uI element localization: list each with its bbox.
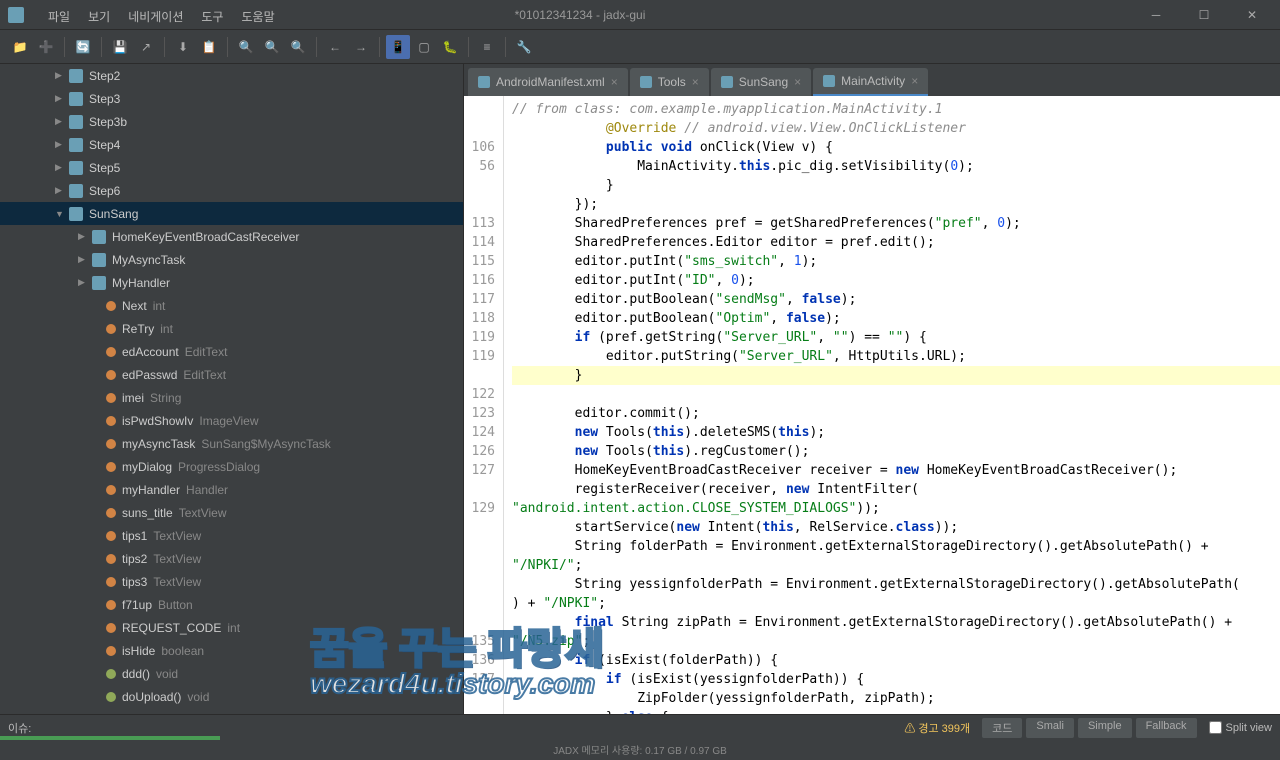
tab-SunSang[interactable]: SunSang× (711, 68, 811, 96)
warning-badge[interactable]: ⚠ 경고 399개 (904, 720, 970, 736)
tree-node-f71up[interactable]: f71upButton (0, 593, 463, 616)
tree-node-SunSang[interactable]: ▼SunSang (0, 202, 463, 225)
menu-도움말[interactable]: 도움말 (233, 6, 282, 27)
memory-label: JADX 메모리 사용량: 0.17 GB / 0.97 GB (553, 742, 727, 757)
tree-node-isPwdShowIv[interactable]: isPwdShowIvImageView (0, 409, 463, 432)
tree-node-Step3[interactable]: ▶Step3 (0, 87, 463, 110)
issue-label: 이슈: (8, 720, 31, 736)
tree-node-Step4[interactable]: ▶Step4 (0, 133, 463, 156)
tree-node-Step3b[interactable]: ▶Step3b (0, 110, 463, 133)
tab-close-icon[interactable]: × (911, 74, 918, 88)
app-icon (8, 7, 24, 23)
maximize-button[interactable]: ☐ (1184, 5, 1224, 25)
tab-close-icon[interactable]: × (692, 75, 699, 89)
quark-icon[interactable]: ▢ (412, 35, 436, 59)
tree-node-myHandler[interactable]: myHandlerHandler (0, 478, 463, 501)
tree-node-tips2[interactable]: tips2TextView (0, 547, 463, 570)
menu-파일[interactable]: 파일 (40, 6, 78, 27)
tree-node-myAsyncTask[interactable]: myAsyncTaskSunSang$MyAsyncTask (0, 432, 463, 455)
tree-node-HomeKeyEventBroadCastReceiver[interactable]: ▶HomeKeyEventBroadCastReceiver (0, 225, 463, 248)
view-코드[interactable]: 코드 (982, 718, 1022, 738)
tree-node-Next[interactable]: Nextint (0, 294, 463, 317)
search2-icon[interactable]: 🔍 (260, 35, 284, 59)
toolbar: 📁 ➕ 🔄 💾 ↗ ⬇ 📋 🔍 🔍 🔍 ← → 📱 ▢ 🐛 ≡ 🔧 (0, 30, 1280, 64)
tree-node-MyHandler[interactable]: ▶MyHandler (0, 271, 463, 294)
tree-node-edPasswd[interactable]: edPasswdEditText (0, 363, 463, 386)
editor-area: AndroidManifest.xml×Tools×SunSang×MainAc… (464, 64, 1280, 714)
tool-icon[interactable]: ⬇ (171, 35, 195, 59)
tab-MainActivity[interactable]: MainActivity× (813, 68, 928, 96)
tab-close-icon[interactable]: × (794, 75, 801, 89)
tab-close-icon[interactable]: × (611, 75, 618, 89)
main-area: ▶Step2▶Step3▶Step3b▶Step4▶Step5▶Step6▼Su… (0, 64, 1280, 714)
tree-node-Step6[interactable]: ▶Step6 (0, 179, 463, 202)
split-view-checkbox[interactable]: Split view (1209, 721, 1272, 734)
minimize-button[interactable]: ─ (1136, 5, 1176, 25)
tab-Tools[interactable]: Tools× (630, 68, 709, 96)
tree-node-isHide[interactable]: isHideboolean (0, 639, 463, 662)
sync-icon[interactable]: 🔄 (71, 35, 95, 59)
tree-node-suns_title[interactable]: suns_titleTextView (0, 501, 463, 524)
menu-네비게이션[interactable]: 네비게이션 (120, 6, 191, 27)
view-Smali[interactable]: Smali (1026, 718, 1074, 738)
log-icon[interactable]: 🐛 (438, 35, 462, 59)
tree-node-edAccount[interactable]: edAccountEditText (0, 340, 463, 363)
line-gutter: 10656 113114115116117118119119 122123124… (464, 96, 504, 714)
open-icon[interactable]: 📁 (8, 35, 32, 59)
view-Fallback[interactable]: Fallback (1136, 718, 1197, 738)
tree-node-imei[interactable]: imeiString (0, 386, 463, 409)
bottombar: JADX 메모리 사용량: 0.17 GB / 0.97 GB (0, 740, 1280, 758)
editor-tabs: AndroidManifest.xml×Tools×SunSang×MainAc… (464, 64, 1280, 96)
view-Simple[interactable]: Simple (1078, 718, 1132, 738)
tree-node-Step5[interactable]: ▶Step5 (0, 156, 463, 179)
tree-node-Step2[interactable]: ▶Step2 (0, 64, 463, 87)
close-button[interactable]: ✕ (1232, 5, 1272, 25)
tree-node-tips3[interactable]: tips3TextView (0, 570, 463, 593)
list-icon[interactable]: ≡ (475, 35, 499, 59)
tab-AndroidManifest.xml[interactable]: AndroidManifest.xml× (468, 68, 628, 96)
progress-bar (0, 736, 220, 740)
code-editor[interactable]: 10656 113114115116117118119119 122123124… (464, 96, 1280, 714)
tree-node-myDialog[interactable]: myDialogProgressDialog (0, 455, 463, 478)
add-icon[interactable]: ➕ (34, 35, 58, 59)
search3-icon[interactable]: 🔍 (286, 35, 310, 59)
settings-icon[interactable]: 🔧 (512, 35, 536, 59)
deobf-icon[interactable]: 📱 (386, 35, 410, 59)
tree-node-ddd()[interactable]: ddd()void (0, 662, 463, 685)
menubar: 파일보기네비게이션도구도움말 (32, 4, 291, 28)
export-icon[interactable]: ↗ (134, 35, 158, 59)
code-content[interactable]: // from class: com.example.myapplication… (504, 96, 1280, 714)
save-icon[interactable]: 💾 (108, 35, 132, 59)
forward-icon[interactable]: → (349, 35, 373, 59)
tree-node-ReTry[interactable]: ReTryint (0, 317, 463, 340)
sidebar-tree[interactable]: ▶Step2▶Step3▶Step3b▶Step4▶Step5▶Step6▼Su… (0, 64, 464, 714)
menu-도구[interactable]: 도구 (193, 6, 231, 27)
search-icon[interactable]: 🔍 (234, 35, 258, 59)
back-icon[interactable]: ← (323, 35, 347, 59)
tree-node-MyAsyncTask[interactable]: ▶MyAsyncTask (0, 248, 463, 271)
tree-node-REQUEST_CODE[interactable]: REQUEST_CODEint (0, 616, 463, 639)
tree-node-tips1[interactable]: tips1TextView (0, 524, 463, 547)
menu-보기[interactable]: 보기 (80, 6, 118, 27)
tree-node-doUpload()[interactable]: doUpload()void (0, 685, 463, 708)
flatten-icon[interactable]: 📋 (197, 35, 221, 59)
titlebar: 파일보기네비게이션도구도움말 *01012341234 - jadx-gui ─… (0, 0, 1280, 30)
